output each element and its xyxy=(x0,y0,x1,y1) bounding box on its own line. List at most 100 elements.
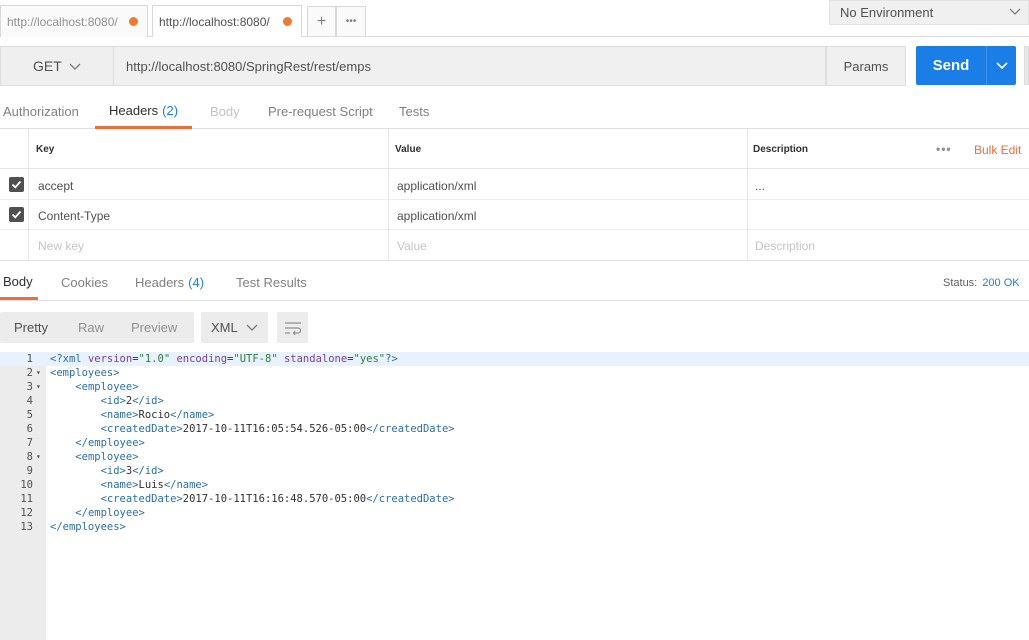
request-section-tabs: Authorization Headers (2) Body Pre-reque… xyxy=(0,95,1029,129)
code-text: </employees> xyxy=(50,521,126,533)
tab-authorization[interactable]: Authorization xyxy=(3,95,79,128)
tab-label: Body xyxy=(210,104,240,119)
url-bar: GET http://localhost:8080/SpringRest/res… xyxy=(0,46,1029,86)
url-input[interactable]: http://localhost:8080/SpringRest/rest/em… xyxy=(114,46,826,86)
view-raw-button[interactable]: Raw xyxy=(78,312,104,343)
tab-count: (2) xyxy=(162,103,179,118)
column-header-key: Key xyxy=(36,144,55,155)
bulk-edit-link[interactable]: Bulk Edit xyxy=(974,143,1021,157)
code-text: </employee> xyxy=(75,437,145,449)
tab-headers[interactable]: Headers (2) xyxy=(95,95,193,129)
chevron-down-icon xyxy=(1009,8,1021,15)
line-number: 1 xyxy=(26,353,33,365)
tab-body[interactable]: Body xyxy=(210,95,240,128)
fold-arrow-icon[interactable]: ▾ xyxy=(36,380,41,394)
new-header-row: New key Value Description xyxy=(0,230,1029,260)
environment-select[interactable]: No Environment xyxy=(829,0,1029,25)
fold-arrow-icon[interactable]: ▾ xyxy=(36,450,41,464)
unsaved-dot-icon xyxy=(129,17,138,26)
more-tabs-button[interactable]: ••• xyxy=(336,6,366,36)
code-text: <createdDate>2017-10-11T16:05:54.526-05:… xyxy=(100,423,455,435)
request-tab-label: http://localhost:8080/ xyxy=(7,14,118,29)
unsaved-dot-icon xyxy=(283,17,292,26)
tab-label: Authorization xyxy=(3,104,79,119)
tab-tests[interactable]: Tests xyxy=(399,95,429,128)
new-key-input[interactable]: New key xyxy=(38,239,84,253)
tab-label: Tests xyxy=(399,104,430,119)
line-number: 8 xyxy=(26,451,33,463)
header-value[interactable]: application/xml xyxy=(397,209,476,223)
header-key[interactable]: accept xyxy=(38,179,73,193)
send-button[interactable]: Send xyxy=(916,46,986,85)
wrap-lines-icon xyxy=(284,321,301,335)
response-body-editor[interactable]: 1 <?xml version="1.0" encoding="UTF-8" st… xyxy=(0,352,1029,640)
header-value[interactable]: application/xml xyxy=(397,179,476,193)
request-tab-active[interactable]: http://localhost:8080/ xyxy=(152,5,302,37)
row-checkbox[interactable] xyxy=(9,207,24,222)
code-text: <?xml version="1.0" encoding="UTF-8" sta… xyxy=(50,353,398,365)
view-label: Preview xyxy=(131,320,178,335)
format-label: XML xyxy=(211,320,238,335)
code-text: </employee> xyxy=(75,507,145,519)
code-line: 1 <?xml version="1.0" encoding="UTF-8" st… xyxy=(0,352,1029,366)
new-description-input[interactable]: Description xyxy=(755,239,815,253)
request-tab[interactable]: http://localhost:8080/ xyxy=(0,5,148,37)
tab-test-results[interactable]: Test Results xyxy=(236,266,307,299)
chevron-down-icon xyxy=(995,61,1008,69)
line-number: 3 xyxy=(26,381,33,393)
fold-arrow-icon[interactable]: ▾ xyxy=(36,366,41,380)
tab-label: Pre-request Script xyxy=(268,104,373,119)
send-options-button[interactable] xyxy=(986,46,1016,85)
params-button[interactable]: Params xyxy=(826,46,906,86)
chevron-down-icon xyxy=(69,63,81,70)
code-text: <employee> xyxy=(75,451,139,463)
line-number: 7 xyxy=(26,437,33,449)
tab-label: Test Results xyxy=(236,275,307,290)
tab-label: Headers xyxy=(135,275,185,290)
new-tab-button[interactable]: + xyxy=(307,6,336,36)
save-button[interactable] xyxy=(1024,46,1029,85)
tab-label: Body xyxy=(3,274,33,289)
row-checkbox[interactable] xyxy=(9,177,24,192)
code-line: 7 </employee> xyxy=(0,436,1029,450)
tab-pre-request-script[interactable]: Pre-request Script xyxy=(268,95,373,128)
status-value: 200 OK xyxy=(982,277,1020,289)
code-line: 4 <id>2</id> xyxy=(0,394,1029,408)
checkmark-icon xyxy=(11,210,22,219)
format-select[interactable]: XML xyxy=(201,312,268,343)
plus-icon: + xyxy=(316,12,327,30)
request-tab-label: http://localhost:8080/ xyxy=(159,14,270,29)
tab-response-headers[interactable]: Headers (4) xyxy=(135,266,204,299)
code-line: 3 ▾ <employee> xyxy=(0,380,1029,394)
line-number: 13 xyxy=(20,521,33,533)
tab-cookies[interactable]: Cookies xyxy=(61,266,108,299)
header-description[interactable]: ... xyxy=(755,179,765,193)
view-mode-group: Pretty Raw Preview xyxy=(0,312,194,343)
tab-label: Cookies xyxy=(61,275,108,290)
ellipsis-icon: ••• xyxy=(345,16,357,27)
ellipsis-icon[interactable]: ••• xyxy=(936,142,952,156)
code-text: <name>Luis</name> xyxy=(100,479,209,491)
line-number: 10 xyxy=(20,479,33,491)
tab-label: Headers xyxy=(109,103,159,118)
wrap-lines-button[interactable] xyxy=(277,312,308,343)
line-number: 11 xyxy=(20,493,33,505)
code-line: 11 <createdDate>2017-10-11T16:16:48.570-… xyxy=(0,492,1029,506)
line-number: 2 xyxy=(26,367,33,379)
response-toolbar: Pretty Raw Preview XML xyxy=(0,312,1029,344)
status-label: Status: xyxy=(943,277,978,289)
code-text: <id>2</id> xyxy=(100,395,164,407)
tab-response-body[interactable]: Body xyxy=(0,266,38,300)
view-pretty-button[interactable]: Pretty xyxy=(14,312,48,343)
checkmark-icon xyxy=(11,180,22,189)
line-number: 6 xyxy=(26,423,33,435)
view-preview-button[interactable]: Preview xyxy=(131,312,177,343)
header-key[interactable]: Content-Type xyxy=(38,209,110,223)
response-section-tabs: Body Cookies Headers (4) Test Results St… xyxy=(0,266,1029,301)
code-text: <employee> xyxy=(75,381,139,393)
new-value-input[interactable]: Value xyxy=(397,239,427,253)
method-select[interactable]: GET xyxy=(0,46,114,86)
view-label: Pretty xyxy=(14,320,48,335)
table-header-row: Key Value Description ••• Bulk Edit xyxy=(0,129,1029,169)
code-line: 9 <id>3</id> xyxy=(0,464,1029,478)
